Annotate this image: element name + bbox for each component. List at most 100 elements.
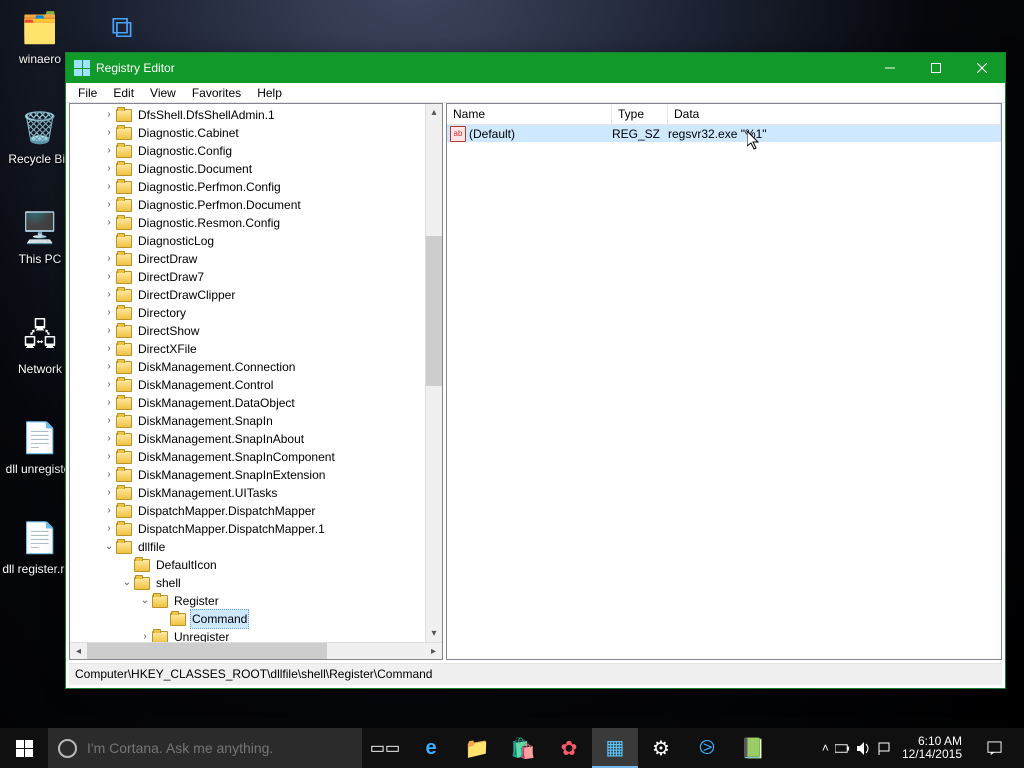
tree-node[interactable]: ›DiskManagement.SnapInAbout [74, 430, 442, 448]
col-header-type[interactable]: Type [612, 104, 668, 124]
chevron-right-icon[interactable]: › [102, 268, 116, 286]
chevron-down-icon[interactable]: ⌄ [120, 574, 134, 592]
tree-node[interactable]: ›DiskManagement.DataObject [74, 394, 442, 412]
tree-node[interactable]: ›DiskManagement.SnapInExtension [74, 466, 442, 484]
tree-horizontal-scrollbar[interactable]: ◂ ▸ [70, 642, 442, 659]
tree-node[interactable]: ⌄shell [74, 574, 442, 592]
menu-edit[interactable]: Edit [105, 84, 142, 102]
tree-node[interactable]: DiagnosticLog [74, 232, 442, 250]
chevron-right-icon[interactable]: › [102, 502, 116, 520]
chevron-right-icon[interactable]: › [102, 466, 116, 484]
battery-icon[interactable] [835, 741, 850, 756]
col-header-data[interactable]: Data [668, 104, 1001, 124]
scroll-up-icon[interactable]: ▴ [426, 104, 442, 121]
chevron-right-icon[interactable]: › [102, 448, 116, 466]
values-list[interactable]: ab(Default)REG_SZregsvr32.exe "%1" [447, 125, 1001, 659]
taskbar-settings[interactable]: ⚙ [638, 728, 684, 768]
tree-node[interactable]: ›DiskManagement.SnapInComponent [74, 448, 442, 466]
chevron-down-icon[interactable]: ⌄ [138, 592, 152, 610]
chevron-right-icon[interactable]: › [102, 394, 116, 412]
scroll-right-icon[interactable]: ▸ [425, 643, 442, 660]
scroll-left-icon[interactable]: ◂ [70, 643, 87, 660]
chevron-right-icon[interactable]: › [102, 178, 116, 196]
taskbar-app1[interactable]: ✿ [546, 728, 592, 768]
chevron-right-icon[interactable]: › [102, 376, 116, 394]
flag-icon[interactable] [877, 741, 892, 756]
taskbar-app2[interactable]: 📗 [730, 728, 776, 768]
tree-node[interactable]: ›DirectXFile [74, 340, 442, 358]
chevron-right-icon[interactable]: › [102, 142, 116, 160]
tree-node[interactable]: ›Diagnostic.Cabinet [74, 124, 442, 142]
chevron-right-icon[interactable]: › [102, 358, 116, 376]
tree-vertical-scrollbar[interactable]: ▴ ▾ [425, 104, 442, 642]
tree-node[interactable]: ›Unregister [74, 628, 442, 642]
chevron-right-icon[interactable]: › [138, 628, 152, 642]
action-center-button[interactable] [972, 741, 1016, 756]
values-header[interactable]: Name Type Data [447, 104, 1001, 125]
tree-node[interactable]: ›DirectDrawClipper [74, 286, 442, 304]
chevron-right-icon[interactable]: › [102, 286, 116, 304]
tree-node[interactable]: ›Directory [74, 304, 442, 322]
taskbar-explorer[interactable]: 📁 [454, 728, 500, 768]
desktop-icon-scripts[interactable]: ⧉ [84, 6, 160, 52]
taskbar-regedit[interactable]: ▦ [592, 728, 638, 768]
tree-node[interactable]: ›Diagnostic.Perfmon.Config [74, 178, 442, 196]
chevron-right-icon[interactable]: › [102, 250, 116, 268]
cortana-search[interactable] [48, 728, 362, 768]
tree-node[interactable]: ›Diagnostic.Perfmon.Document [74, 196, 442, 214]
tree-node[interactable]: ›Diagnostic.Document [74, 160, 442, 178]
close-button[interactable] [959, 53, 1005, 83]
tree-node[interactable]: ›DiskManagement.Control [74, 376, 442, 394]
taskbar-store[interactable]: 🛍️ [500, 728, 546, 768]
scroll-thumb[interactable] [426, 236, 442, 386]
tree-node[interactable]: ›DiskManagement.Connection [74, 358, 442, 376]
chevron-right-icon[interactable]: › [102, 412, 116, 430]
chevron-down-icon[interactable]: ⌄ [102, 538, 116, 556]
tree-node[interactable]: ›Diagnostic.Config [74, 142, 442, 160]
taskbar-edge[interactable]: e [408, 728, 454, 768]
value-row[interactable]: ab(Default)REG_SZregsvr32.exe "%1" [447, 125, 1001, 142]
tree-node[interactable]: ›DirectDraw [74, 250, 442, 268]
chevron-right-icon[interactable]: › [102, 106, 116, 124]
menu-help[interactable]: Help [249, 84, 290, 102]
scroll-thumb[interactable] [87, 643, 327, 660]
titlebar[interactable]: Registry Editor [66, 53, 1005, 83]
task-view-button[interactable]: ▭▭ [362, 728, 408, 768]
menu-file[interactable]: File [70, 84, 105, 102]
tray-chevron-icon[interactable]: ˄ [822, 741, 829, 755]
menu-view[interactable]: View [142, 84, 184, 102]
start-button[interactable] [0, 728, 48, 768]
taskbar-clock[interactable]: 6:10 AM 12/14/2015 [898, 735, 966, 761]
tree-node[interactable]: ›DirectDraw7 [74, 268, 442, 286]
chevron-right-icon[interactable]: › [102, 520, 116, 538]
tree-node[interactable]: DefaultIcon [74, 556, 442, 574]
tree-node[interactable]: ›DiskManagement.SnapIn [74, 412, 442, 430]
minimize-button[interactable] [867, 53, 913, 83]
chevron-right-icon[interactable]: › [102, 340, 116, 358]
tree-node[interactable]: ›Diagnostic.Resmon.Config [74, 214, 442, 232]
chevron-right-icon[interactable]: › [102, 160, 116, 178]
tree-node[interactable]: ›DirectShow [74, 322, 442, 340]
chevron-right-icon[interactable]: › [102, 304, 116, 322]
chevron-right-icon[interactable]: › [102, 322, 116, 340]
chevron-right-icon[interactable]: › [102, 214, 116, 232]
tree-node[interactable]: ›DiskManagement.UITasks [74, 484, 442, 502]
chevron-right-icon[interactable]: › [102, 124, 116, 142]
tree-node[interactable]: ⌄Register [74, 592, 442, 610]
tree-node[interactable]: ⌄dllfile [74, 538, 442, 556]
menu-favorites[interactable]: Favorites [184, 84, 249, 102]
tree-node[interactable]: Command [74, 610, 442, 628]
chevron-right-icon[interactable]: › [102, 196, 116, 214]
volume-icon[interactable] [856, 741, 871, 756]
tree-node[interactable]: ›DispatchMapper.DispatchMapper [74, 502, 442, 520]
tree-node[interactable]: ›DispatchMapper.DispatchMapper.1 [74, 520, 442, 538]
chevron-right-icon[interactable]: › [102, 430, 116, 448]
registry-tree[interactable]: ›DfsShell.DfsShellAdmin.1›Diagnostic.Cab… [70, 104, 442, 642]
taskbar-powershell[interactable]: ⧁ [684, 728, 730, 768]
search-input[interactable] [87, 740, 352, 756]
tree-node[interactable]: ›DfsShell.DfsShellAdmin.1 [74, 106, 442, 124]
col-header-name[interactable]: Name [447, 104, 612, 124]
scroll-down-icon[interactable]: ▾ [426, 625, 442, 642]
chevron-right-icon[interactable]: › [102, 484, 116, 502]
maximize-button[interactable] [913, 53, 959, 83]
